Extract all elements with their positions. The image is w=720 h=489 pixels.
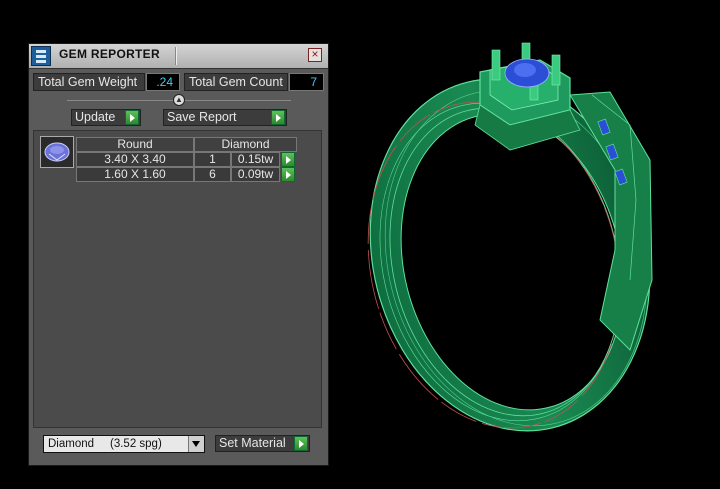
total-gem-weight-label: Total Gem Weight <box>33 73 145 91</box>
material-dropdown[interactable]: Diamond (3.52 spg) <box>43 435 205 453</box>
gem-thumbnail-icon[interactable] <box>40 136 74 168</box>
row-2-size: 1.60 X 1.60 <box>76 167 194 182</box>
close-icon[interactable]: × <box>308 48 322 62</box>
set-material-button[interactable]: Set Material <box>215 435 310 452</box>
row-1-size: 3.40 X 3.40 <box>76 152 194 167</box>
total-gem-weight-value: .24 <box>146 73 180 91</box>
gem-reporter-panel: GEM REPORTER × Total Gem Weight .24 Tota… <box>28 43 329 466</box>
row-1-count: 1 <box>194 152 231 167</box>
window-title: GEM REPORTER <box>59 47 160 61</box>
save-report-button-label: Save Report <box>167 110 237 124</box>
material-dropdown-value: Diamond (3.52 spg) <box>48 438 162 450</box>
arrow-right-icon[interactable] <box>271 110 285 125</box>
row-2-weight: 0.09tw <box>231 167 280 182</box>
3d-viewport[interactable] <box>330 0 720 484</box>
ring-model[interactable] <box>330 0 720 484</box>
title-bar[interactable]: GEM REPORTER × <box>29 44 328 69</box>
slider-knob-icon[interactable]: ▲ <box>173 94 185 106</box>
shape-header: Round <box>76 137 194 152</box>
row-2-count: 6 <box>194 167 231 182</box>
gem-list-area: Round Diamond 3.40 X 3.40 1 0.15tw 1.60 … <box>33 130 322 428</box>
total-gem-count-value: 7 <box>289 73 324 91</box>
arrow-right-icon[interactable] <box>294 436 308 451</box>
save-report-button[interactable]: Save Report <box>163 109 287 126</box>
chevron-down-icon[interactable] <box>188 436 204 452</box>
update-button-label: Update <box>75 110 116 124</box>
title-separator <box>175 47 177 65</box>
update-button[interactable]: Update <box>71 109 141 126</box>
arrow-right-icon[interactable] <box>281 167 295 182</box>
total-gem-count-label: Total Gem Count <box>184 73 288 91</box>
material-header: Diamond <box>194 137 297 152</box>
gem-reporter-icon <box>31 46 51 66</box>
row-1-weight: 0.15tw <box>231 152 280 167</box>
set-material-button-label: Set Material <box>219 436 286 450</box>
arrow-right-icon[interactable] <box>125 110 139 125</box>
arrow-right-icon[interactable] <box>281 152 295 167</box>
